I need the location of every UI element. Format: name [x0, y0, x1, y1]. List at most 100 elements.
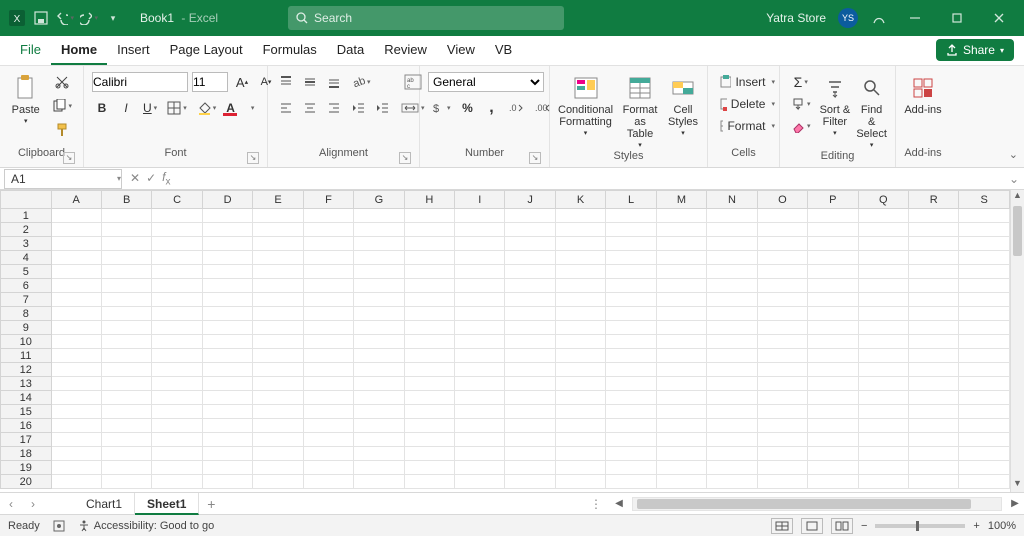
cell[interactable] [455, 209, 505, 223]
cell[interactable] [202, 251, 252, 265]
paste-button[interactable]: Paste▾ [8, 72, 43, 126]
cell[interactable] [253, 237, 303, 251]
cell[interactable] [909, 405, 959, 419]
insert-function-button[interactable]: fx [162, 170, 170, 187]
cell[interactable] [808, 363, 858, 377]
cell[interactable] [707, 265, 757, 279]
cell[interactable] [253, 209, 303, 223]
cell[interactable] [455, 405, 505, 419]
cell[interactable] [555, 447, 605, 461]
copy-button[interactable] [49, 96, 75, 116]
cell[interactable] [505, 223, 555, 237]
cell[interactable] [656, 209, 706, 223]
cell[interactable] [404, 335, 454, 349]
cell[interactable] [858, 223, 908, 237]
cell[interactable] [354, 475, 404, 489]
cell[interactable] [303, 209, 353, 223]
cell[interactable] [606, 405, 656, 419]
cell[interactable] [455, 363, 505, 377]
cell[interactable] [253, 391, 303, 405]
share-button[interactable]: Share ▾ [936, 39, 1014, 61]
cell[interactable] [909, 307, 959, 321]
cell[interactable] [909, 433, 959, 447]
cell[interactable] [909, 321, 959, 335]
cell[interactable] [505, 419, 555, 433]
insert-cells-button[interactable]: Insert [716, 72, 778, 92]
cell[interactable] [656, 461, 706, 475]
cell[interactable] [555, 209, 605, 223]
cell[interactable] [51, 447, 101, 461]
cell[interactable] [656, 335, 706, 349]
cell[interactable] [101, 419, 151, 433]
cell[interactable] [959, 293, 1010, 307]
cell[interactable] [404, 307, 454, 321]
cell[interactable] [656, 307, 706, 321]
account-name[interactable]: Yatra Store [766, 11, 826, 25]
cell[interactable] [757, 293, 807, 307]
cell[interactable] [404, 293, 454, 307]
cell[interactable] [606, 293, 656, 307]
cell[interactable] [656, 251, 706, 265]
cell[interactable] [253, 447, 303, 461]
cell[interactable] [303, 335, 353, 349]
cell[interactable] [707, 293, 757, 307]
align-top-button[interactable] [276, 72, 296, 92]
row-header[interactable]: 8 [1, 307, 52, 321]
row-header[interactable]: 11 [1, 349, 52, 363]
cell[interactable] [303, 447, 353, 461]
cell[interactable] [51, 237, 101, 251]
cell[interactable] [606, 307, 656, 321]
sheet-nav-prev-button[interactable]: ‹ [0, 497, 22, 511]
coming-soon-icon[interactable] [870, 9, 888, 27]
cell[interactable] [202, 209, 252, 223]
cell[interactable] [303, 433, 353, 447]
cell[interactable] [707, 391, 757, 405]
fill-color-button[interactable] [194, 98, 220, 118]
cell[interactable] [858, 363, 908, 377]
cell[interactable] [505, 349, 555, 363]
cell[interactable] [101, 251, 151, 265]
cell[interactable] [505, 251, 555, 265]
cell[interactable] [455, 419, 505, 433]
cell[interactable] [959, 391, 1010, 405]
cell[interactable] [303, 265, 353, 279]
cell[interactable] [707, 349, 757, 363]
new-sheet-button[interactable]: + [199, 496, 223, 512]
cell[interactable] [354, 461, 404, 475]
scroll-down-button[interactable]: ▼ [1011, 478, 1024, 492]
sheet-options-button[interactable]: ⋮ [590, 497, 610, 511]
cell[interactable] [404, 279, 454, 293]
cell[interactable] [51, 461, 101, 475]
macro-record-icon[interactable] [52, 519, 66, 533]
cell[interactable] [757, 419, 807, 433]
spreadsheet-grid[interactable]: ABCDEFGHIJKLMNOPQRS123456789101112131415… [0, 190, 1024, 492]
cell[interactable] [606, 349, 656, 363]
redo-icon[interactable] [80, 9, 98, 27]
cell[interactable] [909, 209, 959, 223]
cell[interactable] [202, 447, 252, 461]
cell[interactable] [959, 349, 1010, 363]
cell[interactable] [858, 335, 908, 349]
vertical-scroll-thumb[interactable] [1013, 206, 1022, 256]
cell[interactable] [404, 251, 454, 265]
cell[interactable] [555, 391, 605, 405]
cell[interactable] [505, 447, 555, 461]
sheet-tab-chart1[interactable]: Chart1 [74, 493, 135, 515]
cell[interactable] [253, 363, 303, 377]
cell[interactable] [354, 349, 404, 363]
cell[interactable] [808, 237, 858, 251]
cell[interactable] [253, 349, 303, 363]
cell[interactable] [152, 293, 202, 307]
cell[interactable] [757, 475, 807, 489]
cell[interactable] [455, 251, 505, 265]
sheet-nav-next-button[interactable]: › [22, 497, 44, 511]
cell[interactable] [555, 237, 605, 251]
cell[interactable] [152, 447, 202, 461]
view-normal-button[interactable] [771, 518, 793, 534]
cell[interactable] [555, 265, 605, 279]
cell[interactable] [707, 433, 757, 447]
cell[interactable] [404, 223, 454, 237]
cell[interactable] [505, 335, 555, 349]
cell[interactable] [707, 223, 757, 237]
underline-button[interactable]: U [140, 98, 160, 118]
